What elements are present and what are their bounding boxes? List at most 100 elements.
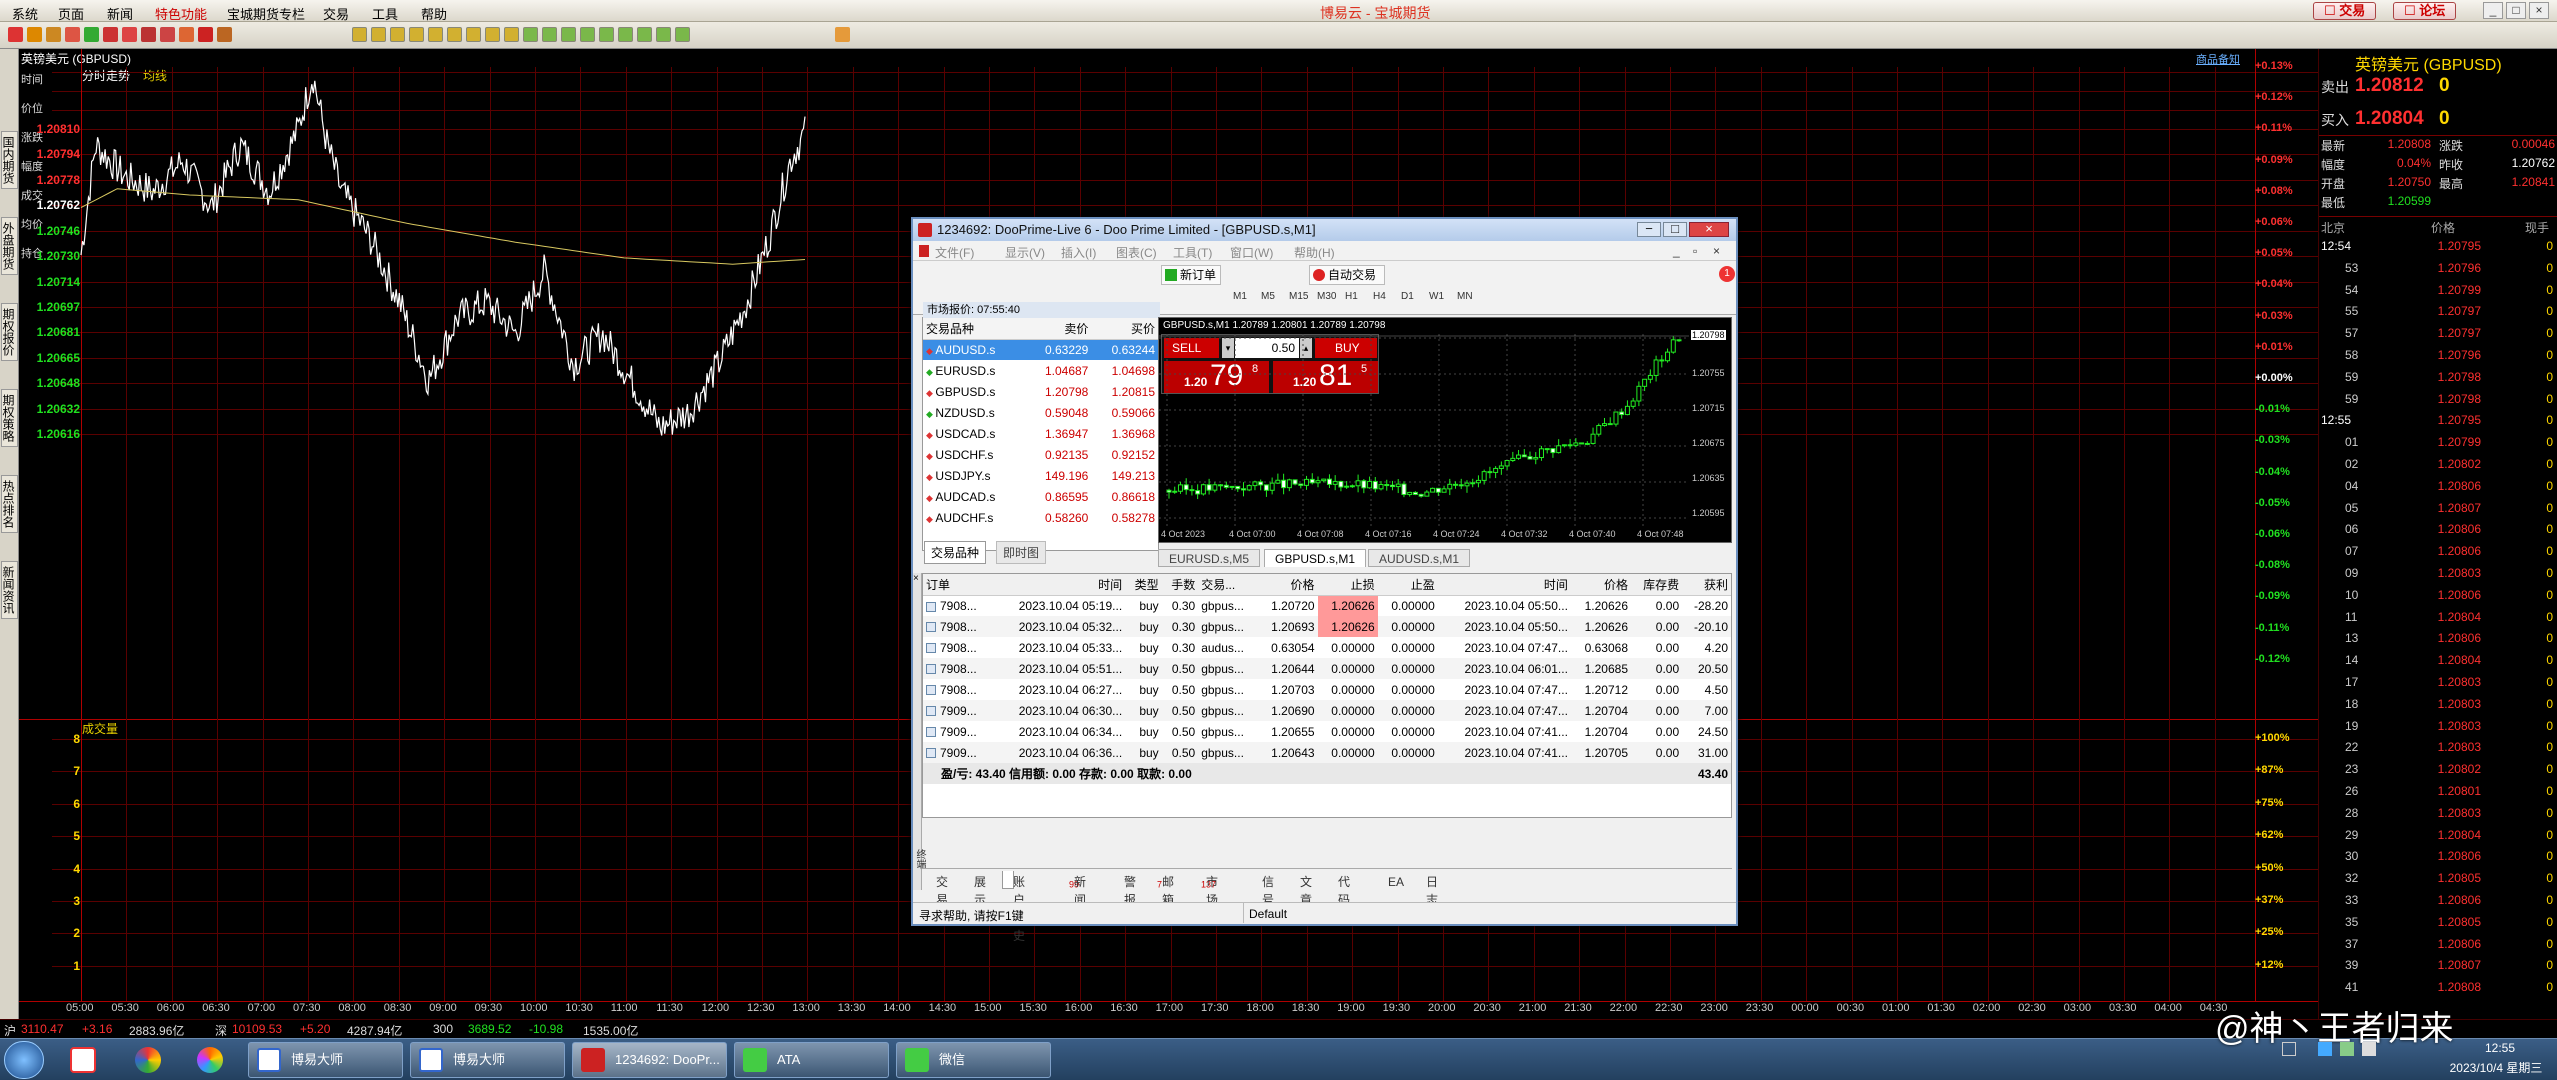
terminal-close[interactable]: × (913, 573, 919, 584)
orders-header[interactable]: 获利 (1682, 574, 1731, 596)
toolbar-icon[interactable] (198, 27, 213, 42)
toolbar-icon[interactable] (428, 27, 443, 42)
new-order-button[interactable]: 新订单 (1161, 265, 1221, 285)
order-row[interactable]: 7908... 2023.10.04 05:32... buy 0.30 gbpus..… (923, 616, 1731, 637)
qq-icon[interactable] (70, 1047, 96, 1073)
chrome-icon[interactable] (135, 1047, 161, 1073)
terminal-tab[interactable]: 邮箱 7 (1152, 871, 1174, 907)
left-tab-options-quote[interactable]: 期权报价 (1, 303, 18, 361)
toolbar-icon[interactable] (561, 27, 576, 42)
mw-header-ask[interactable]: 买价 (1091, 318, 1158, 340)
toolbar-icon[interactable] (141, 27, 156, 42)
notification-badge[interactable]: 1 (1719, 266, 1735, 282)
trade-button[interactable]: ☐ 交易 (2313, 2, 2377, 20)
task-boyi-2[interactable]: 博易大师 (410, 1042, 565, 1078)
toolbar-icon[interactable] (542, 27, 557, 42)
orders-header[interactable]: 止损 (1317, 574, 1378, 596)
market-watch-row[interactable]: ◆ NZDUSD.s 0.59048 0.59066 (923, 402, 1158, 423)
terminal-tab[interactable]: EA (1378, 871, 1404, 889)
mt4-minimize-button[interactable]: − (1637, 222, 1661, 237)
toolbar-icon[interactable] (675, 27, 690, 42)
mt4-menu-insert[interactable]: 插入(I) (1061, 244, 1096, 261)
left-tab-domestic[interactable]: 国内期货 (1, 131, 18, 189)
mt4-titlebar[interactable]: 1234692: DooPrime-Live 6 - Doo Prime Lim… (913, 219, 1736, 241)
menu-help[interactable]: 帮助 (421, 4, 447, 23)
forum-button[interactable]: ☐ 论坛 (2393, 2, 2457, 20)
terminal-tab[interactable]: 日志 (1416, 871, 1438, 907)
order-row[interactable]: 7908... 2023.10.04 05:19... buy 0.30 gbpus..… (923, 595, 1731, 616)
mw-header-symbol[interactable]: 交易品种 (923, 318, 1025, 340)
orders-header[interactable]: 手数 (1161, 574, 1199, 596)
mt4-window[interactable]: 1234692: DooPrime-Live 6 - Doo Prime Lim… (911, 217, 1738, 943)
timeframe-m15[interactable]: M15 (1289, 291, 1308, 302)
network-icon[interactable] (2340, 1042, 2354, 1056)
mt4-menu-view[interactable]: 显示(V) (1005, 244, 1045, 261)
chart-tab-gbpusd[interactable]: GBPUSD.s,M1 (1264, 549, 1367, 567)
menu-system[interactable]: 系统 (12, 4, 38, 23)
order-row[interactable]: 7908... 2023.10.04 05:33... buy 0.30 audus..… (923, 637, 1731, 658)
toolbar-icon[interactable] (65, 27, 80, 42)
timeframe-mn[interactable]: MN (1457, 291, 1473, 302)
orders-header[interactable]: 交易... (1198, 574, 1258, 596)
mt4-menu-help[interactable]: 帮助(H) (1294, 244, 1335, 261)
mw-tab-symbols[interactable]: 交易品种 (924, 541, 987, 564)
tray-icon[interactable] (2282, 1042, 2296, 1056)
mt4-inner-restore[interactable]: ▫ (1693, 244, 1697, 258)
terminal-tab[interactable]: 新闻 99 (1064, 871, 1086, 907)
mw-tab-tick-chart[interactable]: 即时图 (996, 541, 1047, 564)
orders-header[interactable]: 价格 (1570, 574, 1632, 596)
mw-header-bid[interactable]: 卖价 (1024, 318, 1092, 340)
market-watch-row[interactable]: ◆ GBPUSD.s 1.20798 1.20815 (923, 381, 1158, 402)
mt4-menu-tools[interactable]: 工具(T) (1173, 244, 1212, 261)
toolbar-icon[interactable] (409, 27, 424, 42)
toolbar-icon[interactable] (447, 27, 462, 42)
mt4-menu-file[interactable]: 文件(F) (935, 244, 974, 261)
auto-trade-button[interactable]: 自动交易 (1309, 265, 1385, 285)
orders-header[interactable]: 订单 (923, 574, 992, 596)
mt4-inner-minimize[interactable]: _ (1673, 244, 1680, 258)
toolbar-icon[interactable] (580, 27, 595, 42)
toolbar-icon[interactable] (103, 27, 118, 42)
timeframe-d1[interactable]: D1 (1401, 291, 1414, 302)
toolbar-icon[interactable] (160, 27, 175, 42)
market-watch-row[interactable]: ◆ AUDCHF.s 0.58260 0.58278 (923, 507, 1158, 528)
orders-header[interactable]: 时间 (1437, 574, 1571, 596)
mt4-menu-window[interactable]: 窗口(W) (1230, 244, 1273, 261)
toolbar-icon[interactable] (84, 27, 99, 42)
mt4-close-button[interactable]: × (1689, 222, 1729, 237)
browser-icon[interactable] (197, 1047, 223, 1073)
task-wechat[interactable]: 微信 (896, 1042, 1051, 1078)
index-name[interactable]: 300 (433, 1022, 453, 1036)
task-mt4[interactable]: 1234692: DooPr... (572, 1042, 727, 1078)
terminal-tab[interactable]: 交易 (926, 871, 948, 907)
tray-icon[interactable] (2318, 1042, 2332, 1056)
market-watch-row[interactable]: ◆ USDCAD.s 1.36947 1.36968 (923, 423, 1158, 444)
toolbar-icon[interactable] (466, 27, 481, 42)
menu-column[interactable]: 宝城期货专栏 (227, 4, 305, 23)
toolbar-icon[interactable] (835, 27, 850, 42)
maximize-button[interactable]: □ (2506, 2, 2526, 19)
menu-news[interactable]: 新闻 (107, 4, 133, 23)
market-watch-row[interactable]: ◆ AUDUSD.s 0.63229 0.63244 (923, 339, 1158, 360)
menu-page[interactable]: 页面 (58, 4, 84, 23)
toolbar-icon[interactable] (179, 27, 194, 42)
task-ata[interactable]: ATA (734, 1042, 889, 1078)
timeframe-h1[interactable]: H1 (1345, 291, 1358, 302)
toolbar-icon[interactable] (599, 27, 614, 42)
toolbar-icon[interactable] (371, 27, 386, 42)
toolbar-icon[interactable] (46, 27, 61, 42)
terminal-tab[interactable]: 账户历史 (1002, 871, 1025, 943)
terminal-tab[interactable]: 警报 (1114, 871, 1136, 907)
toolbar-icon[interactable] (27, 27, 42, 42)
task-boyi-1[interactable]: 博易大师 (248, 1042, 403, 1078)
left-tab-options-strategy[interactable]: 期权策略 (1, 389, 18, 447)
toolbar-icon[interactable] (8, 27, 23, 42)
toolbar-icon[interactable] (637, 27, 652, 42)
order-row[interactable]: 7909... 2023.10.04 06:36... buy 0.50 gbpus..… (923, 742, 1731, 763)
market-watch-row[interactable]: ◆ AUDCAD.s 0.86595 0.86618 (923, 486, 1158, 507)
timeframe-h4[interactable]: H4 (1373, 291, 1386, 302)
toolbar-icon[interactable] (217, 27, 232, 42)
menu-features[interactable]: 特色功能 (155, 4, 207, 23)
terminal-tab[interactable]: 市场 137 (1196, 871, 1221, 907)
clock-date[interactable]: 2023/10/4 星期三 (2437, 1059, 2555, 1076)
